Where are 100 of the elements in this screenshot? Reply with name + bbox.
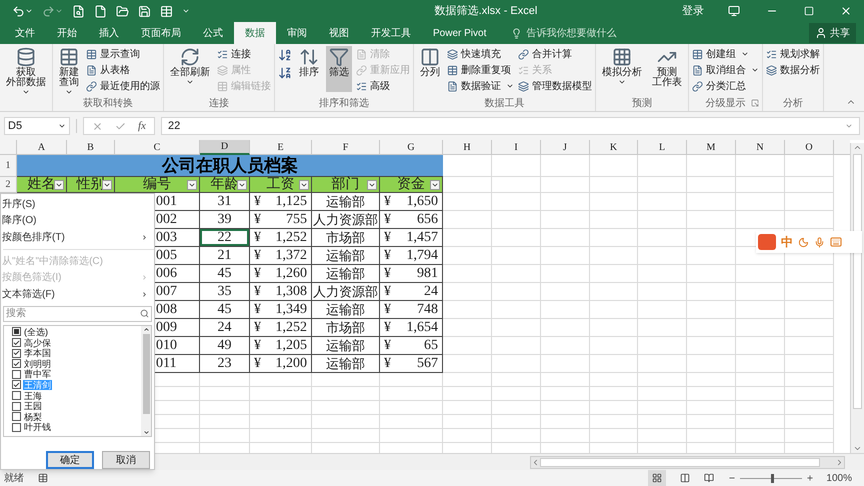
search-field[interactable]: 搜索 xyxy=(3,306,152,322)
sort-descending-button[interactable] xyxy=(278,66,292,80)
empty-cell[interactable] xyxy=(785,319,834,337)
empty-cell[interactable] xyxy=(541,429,590,443)
empty-cell[interactable] xyxy=(443,337,492,355)
empty-cell[interactable] xyxy=(638,229,687,247)
keyboard-icon[interactable] xyxy=(830,236,842,248)
empty-cell[interactable] xyxy=(785,415,834,429)
table-cell[interactable]: 21 xyxy=(200,247,249,264)
folder-icon[interactable] xyxy=(116,4,129,18)
empty-cell[interactable] xyxy=(590,337,638,355)
empty-cell[interactable] xyxy=(736,373,785,387)
empty-cell[interactable] xyxy=(590,283,638,301)
scroll-left-icon[interactable] xyxy=(531,458,540,466)
empty-cell[interactable] xyxy=(736,387,785,401)
insert-function-button[interactable]: fx xyxy=(138,118,146,134)
empty-cell[interactable] xyxy=(785,283,834,301)
empty-cell[interactable] xyxy=(687,355,736,373)
empty-cell[interactable] xyxy=(590,301,638,319)
empty-cell[interactable] xyxy=(687,337,736,355)
ribbon-tab[interactable]: 开发工具 xyxy=(360,22,422,44)
table-cell[interactable]: 22 xyxy=(200,229,249,246)
table-cell[interactable]: 45 xyxy=(200,301,249,318)
empty-cell[interactable] xyxy=(492,193,541,211)
dialog-button[interactable]: 确定 xyxy=(46,451,94,470)
table-cell[interactable]: 31 xyxy=(200,193,249,210)
empty-cell[interactable] xyxy=(312,387,380,401)
empty-cell[interactable] xyxy=(590,387,638,401)
empty-cell[interactable] xyxy=(785,155,834,177)
zoom-slider-thumb[interactable] xyxy=(771,474,774,482)
form-icon[interactable] xyxy=(160,4,173,18)
page-layout-icon[interactable] xyxy=(680,473,690,483)
empty-cell[interactable] xyxy=(736,301,785,319)
ribbon-button[interactable]: 排序 xyxy=(296,46,322,92)
empty-cell[interactable] xyxy=(590,355,638,373)
share-button[interactable]: 共享 xyxy=(809,23,856,43)
empty-cell[interactable] xyxy=(541,247,590,265)
ribbon-button[interactable]: 高级 xyxy=(356,78,410,94)
column-header[interactable]: K xyxy=(590,140,638,155)
scroll-right-icon[interactable] xyxy=(835,458,844,466)
empty-cell[interactable] xyxy=(541,401,590,415)
horizontal-scrollbar[interactable] xyxy=(530,456,845,468)
empty-cell[interactable] xyxy=(492,415,541,429)
checkbox[interactable] xyxy=(12,327,21,336)
empty-cell[interactable] xyxy=(492,177,541,193)
empty-cell[interactable] xyxy=(492,319,541,337)
column-header[interactable]: E xyxy=(250,140,312,155)
empty-cell[interactable] xyxy=(736,155,785,177)
save-icon[interactable] xyxy=(138,4,151,18)
empty-cell[interactable] xyxy=(687,155,736,177)
menu-item[interactable]: 升序(S) xyxy=(1,196,154,213)
empty-cell[interactable] xyxy=(736,319,785,337)
empty-cell[interactable] xyxy=(687,401,736,415)
name-box[interactable]: D5 xyxy=(4,117,70,135)
column-header[interactable]: N xyxy=(736,140,785,155)
ribbon-tab[interactable]: 文件 xyxy=(4,22,46,44)
empty-cell[interactable] xyxy=(638,211,687,229)
empty-cell[interactable] xyxy=(590,247,638,265)
empty-cell[interactable] xyxy=(687,319,736,337)
empty-cell[interactable] xyxy=(638,337,687,355)
filter-button[interactable] xyxy=(102,180,112,190)
ribbon-button[interactable]: 显示查询 xyxy=(86,46,160,62)
empty-cell[interactable] xyxy=(785,401,834,415)
empty-cell[interactable] xyxy=(200,401,250,415)
empty-cell[interactable] xyxy=(492,301,541,319)
table-cell[interactable]: 23 xyxy=(200,355,249,372)
empty-cell[interactable] xyxy=(443,387,492,401)
empty-cell[interactable] xyxy=(736,211,785,229)
checkbox[interactable] xyxy=(12,391,21,400)
empty-cell[interactable] xyxy=(492,355,541,373)
empty-cell[interactable] xyxy=(687,247,736,265)
filter-button[interactable] xyxy=(54,180,64,190)
empty-cell[interactable] xyxy=(736,429,785,443)
empty-cell[interactable] xyxy=(590,229,638,247)
empty-cell[interactable] xyxy=(200,387,250,401)
ribbon-button[interactable]: 新建 查询 xyxy=(56,46,82,96)
checkbox[interactable] xyxy=(12,359,21,368)
empty-cell[interactable] xyxy=(541,337,590,355)
zoom-in-icon[interactable] xyxy=(806,474,814,482)
empty-cell[interactable] xyxy=(638,429,687,443)
filter-list-item[interactable]: 高少保 xyxy=(12,337,141,348)
empty-cell[interactable] xyxy=(443,301,492,319)
empty-cell[interactable] xyxy=(590,193,638,211)
empty-cell[interactable] xyxy=(541,265,590,283)
empty-cell[interactable] xyxy=(492,337,541,355)
empty-cell[interactable] xyxy=(250,429,312,443)
empty-cell[interactable] xyxy=(312,429,380,443)
filter-button[interactable] xyxy=(237,180,247,190)
empty-cell[interactable] xyxy=(380,429,443,443)
table-cell[interactable]: 45 xyxy=(200,265,249,282)
empty-cell[interactable] xyxy=(638,301,687,319)
empty-cell[interactable] xyxy=(687,211,736,229)
empty-cell[interactable] xyxy=(638,401,687,415)
select-all-corner[interactable] xyxy=(0,140,17,155)
empty-cell[interactable] xyxy=(541,283,590,301)
ribbon-display-icon[interactable] xyxy=(728,5,740,17)
empty-cell[interactable] xyxy=(687,283,736,301)
filter-list-item[interactable]: 李本国 xyxy=(12,348,141,358)
empty-cell[interactable] xyxy=(492,211,541,229)
ribbon-button[interactable]: 分列 xyxy=(417,46,443,92)
